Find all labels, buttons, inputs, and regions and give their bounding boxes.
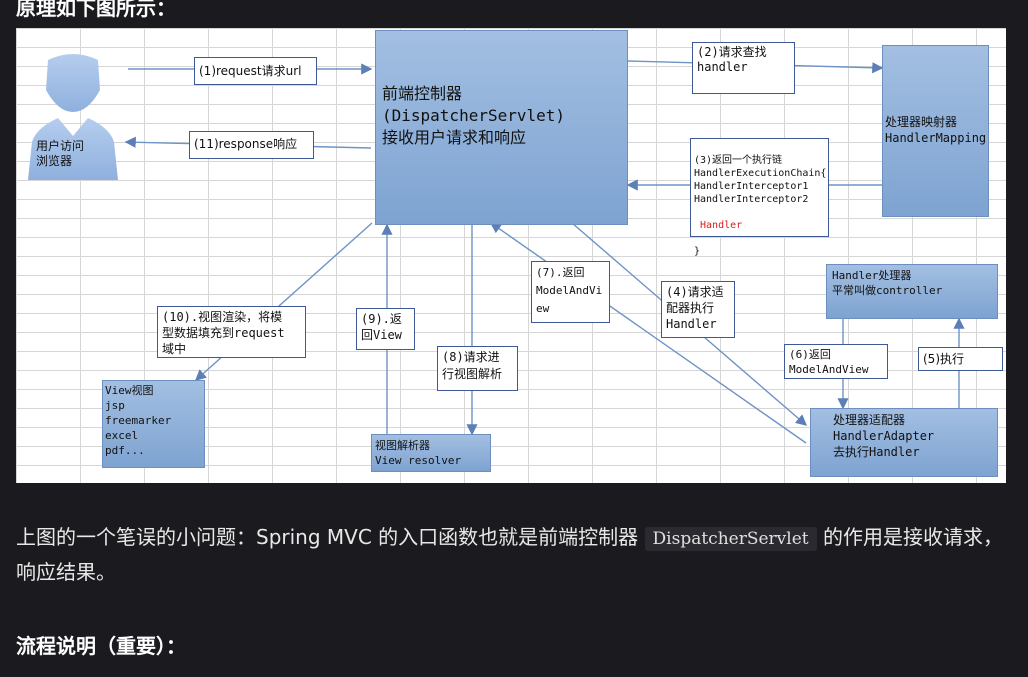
explanation-paragraph: 上图的一个笔误的小问题：Spring MVC 的入口函数也就是前端控制器 Dis… [16, 521, 1006, 589]
handler-adapter-box: 处理器适配器 HandlerAdapter 去执行Handler [810, 408, 998, 477]
view-box: View视图 jsp freemarker excel pdf... [102, 380, 205, 468]
step8-label: (8)请求进 行视图解析 [437, 346, 518, 391]
handler-box: Handler处理器 平常叫做controller [826, 264, 998, 319]
section-heading: 原理如下图所示： [16, 0, 176, 20]
view-resolver-box: 视图解析器 View resolver [371, 434, 491, 472]
dispatcher-servlet-code: DispatcherServlet [644, 527, 817, 551]
view-label: View视图 jsp freemarker excel pdf... [105, 384, 172, 457]
handler-adapter-label: 处理器适配器 HandlerAdapter 去执行Handler [833, 413, 935, 459]
handler-label: Handler处理器 平常叫做controller [832, 269, 943, 297]
step10-label: (10).视图渲染，将模 型数据填充到request 域中 [157, 306, 306, 358]
step9-label: (9).返 回View [356, 308, 415, 350]
step1-label: (1)request请求url [194, 57, 317, 85]
step2-label: (2)请求查找 handler [692, 42, 795, 94]
step3-label: (3)返回一个执行链 HandlerExecutionChain{ Handle… [690, 138, 829, 257]
user-browser-label: 用户访问 浏览器 [36, 139, 85, 168]
front-controller-box: 前端控制器 (DispatcherServlet) 接收用户请求和响应 [375, 30, 628, 225]
step11-label: (11)response响应 [189, 131, 314, 159]
step6-label: (6)返回 ModelAndView [784, 344, 888, 379]
step4-label: (4)请求适 配器执行 Handler [661, 281, 735, 338]
front-controller-label: 前端控制器 (DispatcherServlet) 接收用户请求和响应 [382, 84, 566, 147]
arrow-return-mav [489, 222, 807, 444]
springmvc-flow-diagram: 用户访问 浏览器 前端控制器 (DispatcherServlet) 接收用户请… [16, 28, 1006, 483]
step5-label: (5)执行 [918, 347, 1003, 371]
explanation-text-before: 上图的一个笔误的小问题：Spring MVC 的入口函数也就是前端控制器 [16, 525, 639, 549]
handler-mapping-box: 处理器映射器 HandlerMapping [882, 45, 989, 217]
view-resolver-label: 视图解析器 View resolver [375, 439, 462, 467]
step3-chain-text: (3)返回一个执行链 HandlerExecutionChain{ Handle… [694, 155, 827, 205]
step3-handler-text: Handler [694, 220, 743, 231]
step7-label: (7).返回 ModelAndVi ew [531, 261, 610, 323]
step3-close-text: } [694, 246, 701, 257]
process-subheading: 流程说明（重要）： [16, 634, 186, 658]
handler-mapping-label: 处理器映射器 HandlerMapping [885, 115, 987, 145]
